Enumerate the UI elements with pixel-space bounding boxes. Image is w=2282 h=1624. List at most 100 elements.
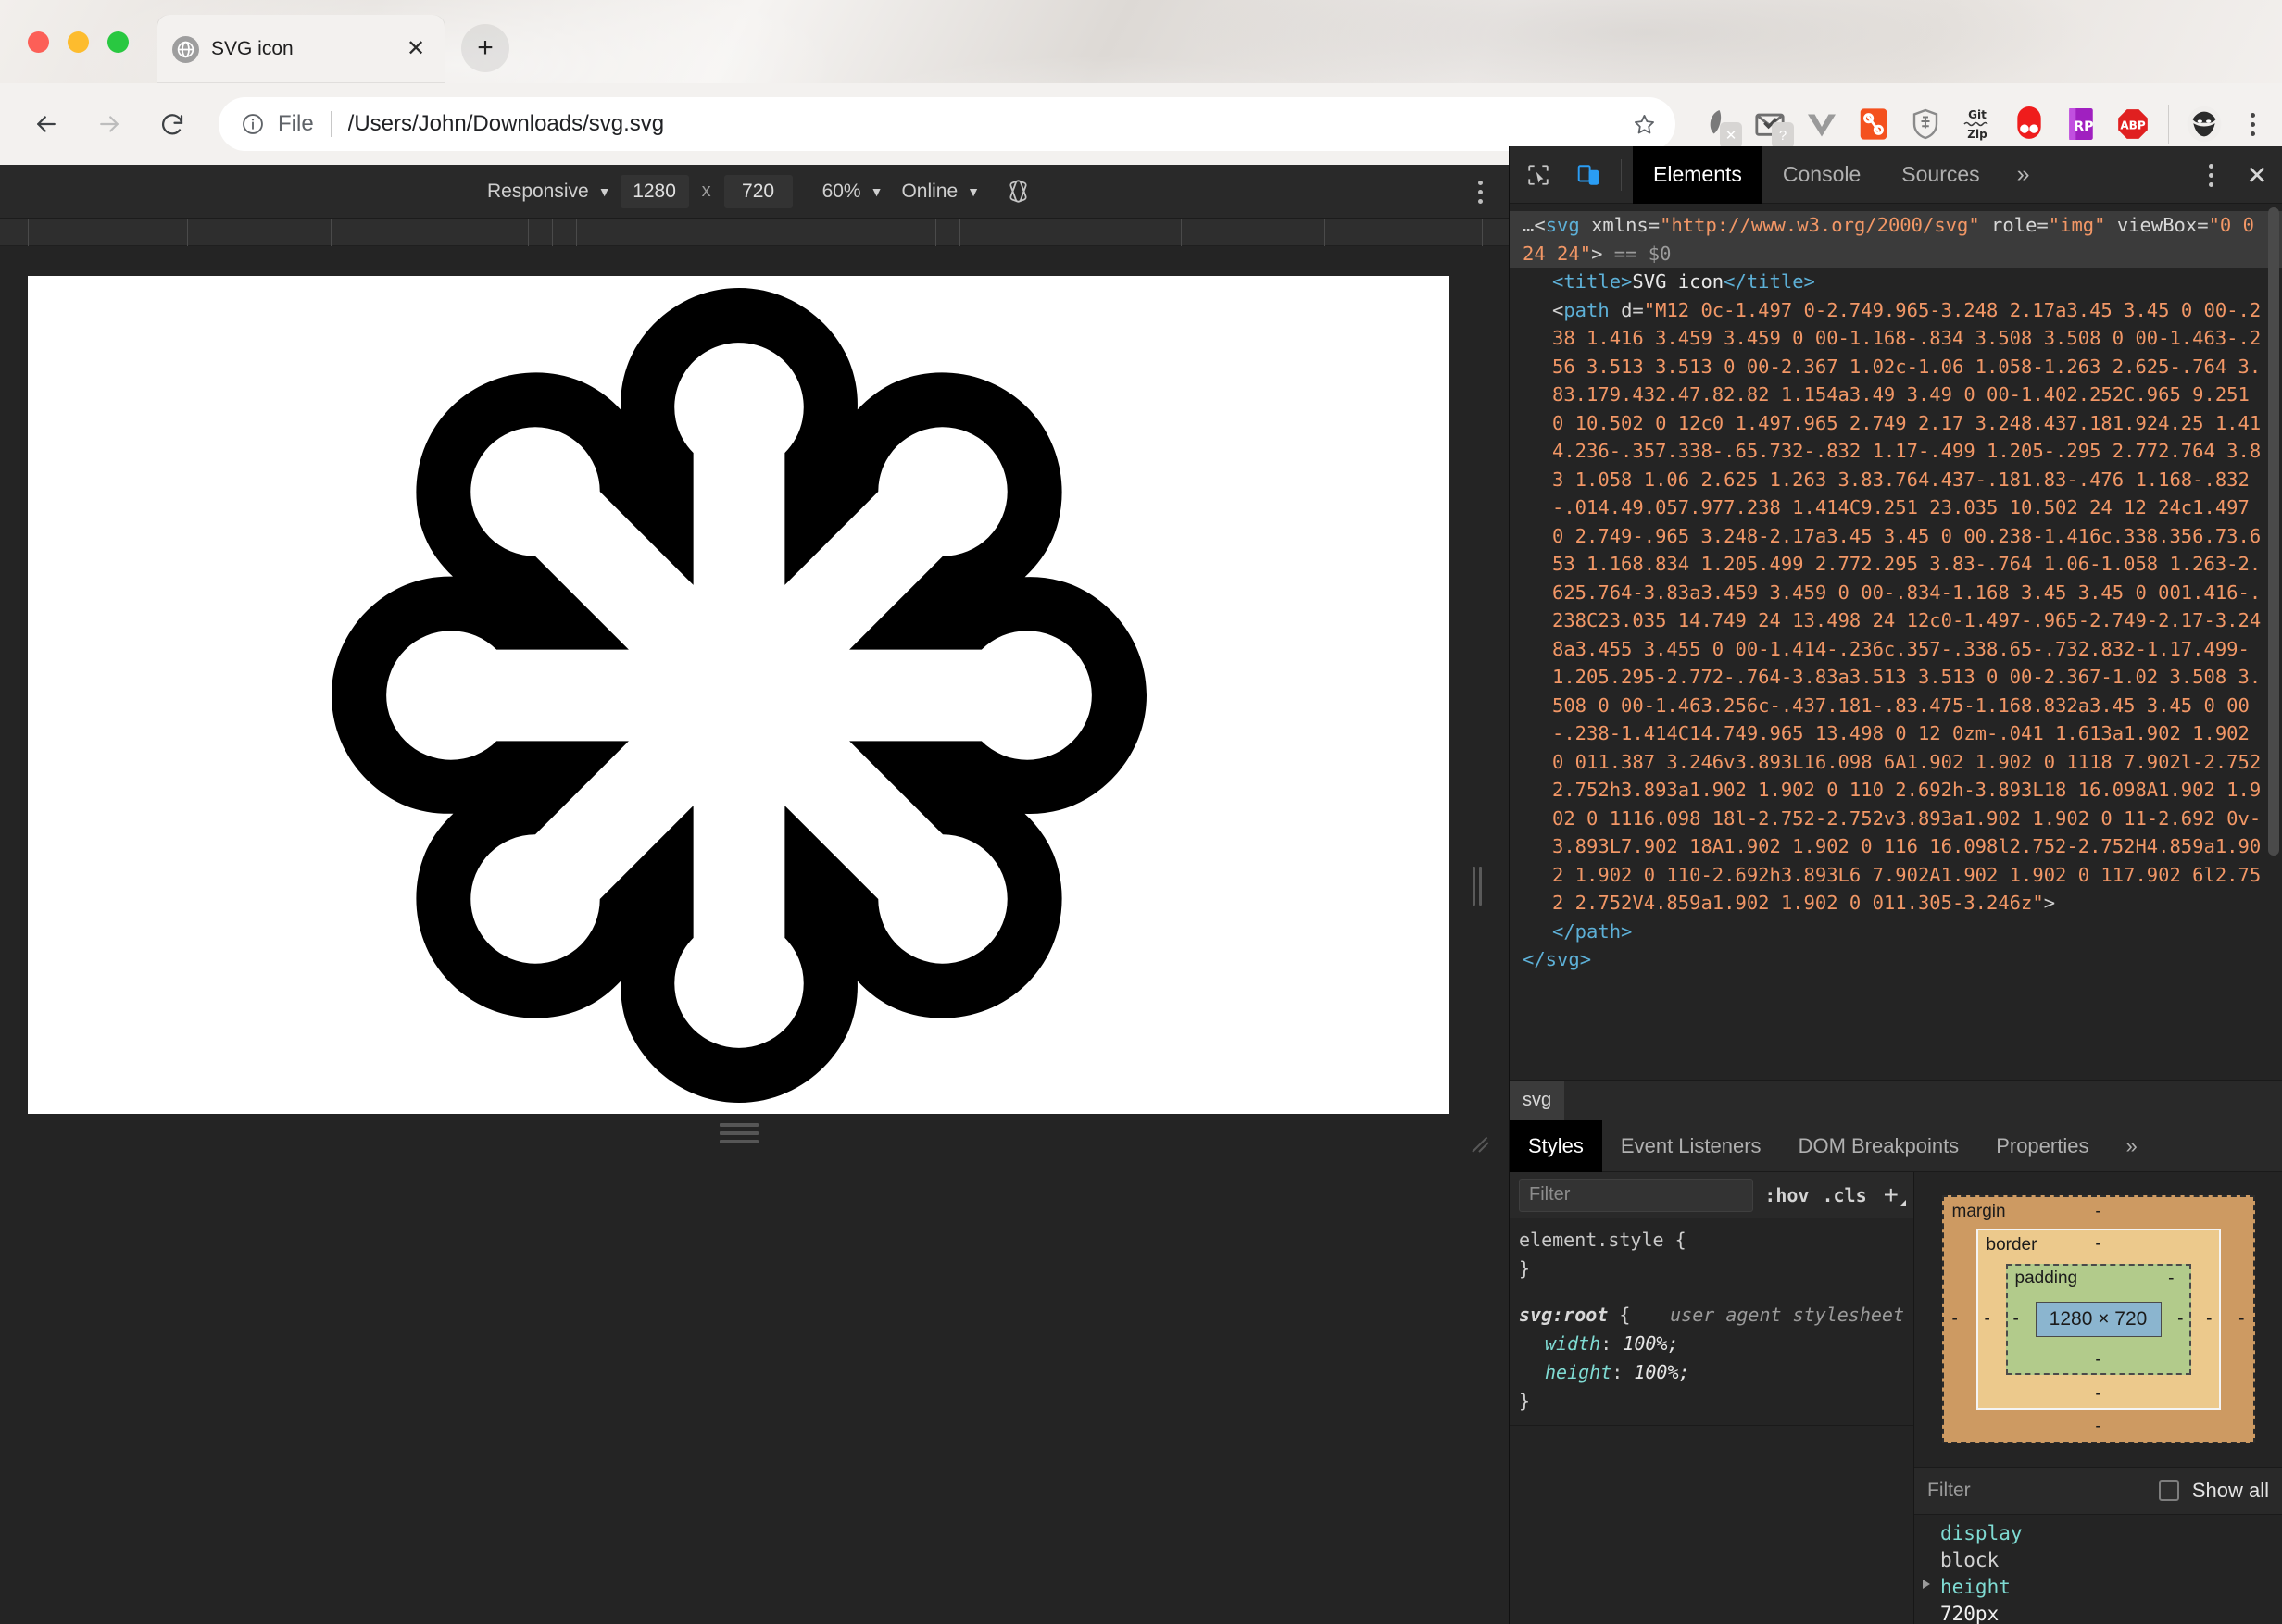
- css-rule-svg-root[interactable]: user agent stylesheetsvg:root { width: 1…: [1510, 1293, 1913, 1426]
- border-top-value[interactable]: -: [2095, 1234, 2100, 1255]
- more-styles-tabs-icon[interactable]: »: [2107, 1120, 2155, 1172]
- tab-dom-breakpoints[interactable]: DOM Breakpoints: [1780, 1120, 1978, 1172]
- margin-right-value[interactable]: -: [2238, 1309, 2244, 1330]
- box-model-padding[interactable]: padding - - - - 1280 × 720: [2006, 1264, 2191, 1375]
- border-right-value[interactable]: -: [2206, 1309, 2212, 1330]
- back-arrow-icon[interactable]: [20, 98, 72, 150]
- tab-console[interactable]: Console: [1762, 146, 1881, 204]
- css-rule-element-style[interactable]: element.style { }: [1510, 1218, 1913, 1293]
- address-bar[interactable]: File /Users/John/Downloads/svg.svg: [219, 97, 1675, 151]
- tab-styles[interactable]: Styles: [1510, 1120, 1602, 1172]
- tab-properties[interactable]: Properties: [1977, 1120, 2107, 1172]
- viewport-resize-handle-corner[interactable]: [1471, 1131, 1495, 1155]
- hov-toggle-button[interactable]: :hov: [1762, 1184, 1811, 1206]
- star-outline-icon[interactable]: [1622, 102, 1666, 146]
- padding-left-value[interactable]: -: [2013, 1309, 2019, 1330]
- extension-gitzip[interactable]: Git Zip: [1951, 98, 2003, 150]
- margin-left-value[interactable]: -: [1952, 1309, 1958, 1330]
- url-text[interactable]: /Users/John/Downloads/svg.svg: [348, 111, 1622, 137]
- css-property-value[interactable]: 100%;: [1623, 1332, 1678, 1355]
- device-height-input[interactable]: 720: [724, 175, 793, 208]
- new-style-rule-button[interactable]: +: [1878, 1181, 1904, 1210]
- dom-node-path-close[interactable]: </path>: [1510, 918, 2282, 946]
- computed-styles-list[interactable]: display block height 720px: [1914, 1515, 2282, 1624]
- close-icon[interactable]: ✕: [2232, 146, 2282, 204]
- browser-menu-kebab-icon[interactable]: [2230, 98, 2275, 150]
- dom-tree-scrollbar[interactable]: [2268, 207, 2279, 856]
- chevron-down-icon: ▼: [598, 184, 611, 199]
- window-zoom-button[interactable]: [107, 31, 129, 53]
- device-zoom-select[interactable]: 60% ▼: [813, 181, 893, 203]
- css-property-value[interactable]: 100%;: [1634, 1361, 1689, 1383]
- browser-tab[interactable]: SVG icon ✕: [157, 15, 445, 83]
- extension-gmail-checker[interactable]: ?: [1744, 98, 1796, 150]
- devtools-settings-kebab-icon[interactable]: [2189, 154, 2232, 196]
- margin-top-value[interactable]: -: [2095, 1202, 2100, 1222]
- padding-top-value[interactable]: -: [2168, 1268, 2174, 1289]
- viewport-resize-handle-bottom[interactable]: [28, 1121, 1449, 1145]
- extension-shield[interactable]: [1900, 98, 1951, 150]
- computed-property-display[interactable]: display block: [1914, 1520, 2282, 1574]
- css-property-name[interactable]: height: [1519, 1361, 1611, 1383]
- new-tab-button[interactable]: +: [461, 24, 509, 72]
- info-circle-icon[interactable]: [241, 112, 265, 136]
- device-width-input[interactable]: 1280: [621, 175, 689, 208]
- dom-tree[interactable]: …<svg xmlns="http://www.w3.org/2000/svg"…: [1510, 204, 2282, 1080]
- padding-right-value[interactable]: -: [2177, 1309, 2183, 1330]
- styles-filter-input[interactable]: Filter: [1519, 1179, 1753, 1212]
- breadcrumb-item-svg[interactable]: svg: [1510, 1081, 1564, 1121]
- extension-vue-devtools[interactable]: [1796, 98, 1848, 150]
- attr-xmlns-name: xmlns: [1591, 214, 1649, 236]
- computed-filter-input[interactable]: Filter: [1927, 1480, 2146, 1502]
- css-open-brace: {: [1675, 1229, 1686, 1251]
- tab-event-listeners[interactable]: Event Listeners: [1602, 1120, 1780, 1172]
- extension-rp-purple[interactable]: RP: [2055, 98, 2107, 150]
- border-left-value[interactable]: -: [1985, 1309, 1990, 1330]
- extension-percent[interactable]: [1848, 98, 1900, 150]
- extension-ninja-profile[interactable]: [2178, 98, 2230, 150]
- extension-red-pill[interactable]: [2003, 98, 2055, 150]
- css-selector[interactable]: svg:root: [1519, 1304, 1608, 1326]
- device-menu-kebab-icon[interactable]: [1464, 176, 1496, 207]
- browser-window: SVG icon ✕ +: [0, 0, 2282, 1624]
- inspect-cursor-icon[interactable]: [1517, 154, 1560, 196]
- device-preset-select[interactable]: Responsive ▼: [478, 181, 621, 203]
- dom-node-svg[interactable]: …<svg xmlns="http://www.w3.org/2000/svg"…: [1510, 211, 2282, 268]
- cls-toggle-button[interactable]: .cls: [1820, 1184, 1868, 1206]
- expand-triangle-icon[interactable]: [1923, 1580, 1930, 1589]
- dom-node-svg-close[interactable]: </svg>: [1510, 945, 2282, 974]
- network-throttling-select[interactable]: Online ▼: [892, 181, 989, 203]
- device-toolbar-icon[interactable]: [1567, 154, 1610, 196]
- dom-node-title[interactable]: <title>SVG icon</title>: [1510, 268, 2282, 296]
- tab-sources[interactable]: Sources: [1881, 146, 2000, 204]
- box-model-content-size[interactable]: 1280 × 720: [2036, 1302, 2162, 1337]
- device-zoom-label: 60%: [822, 181, 861, 203]
- window-minimize-button[interactable]: [68, 31, 89, 53]
- window-close-button[interactable]: [28, 31, 49, 53]
- border-bottom-value[interactable]: -: [2095, 1384, 2100, 1405]
- rotate-icon[interactable]: [1006, 179, 1031, 204]
- computed-property-height[interactable]: height 720px: [1914, 1574, 2282, 1624]
- globe-icon: [172, 36, 199, 63]
- extension-feather[interactable]: ✕: [1692, 98, 1744, 150]
- css-property-name[interactable]: width: [1519, 1332, 1600, 1355]
- box-model-diagram: margin - - - - border - - - -: [1914, 1172, 2282, 1467]
- svg-flower-icon: SVG icon: [332, 288, 1147, 1103]
- more-tabs-icon[interactable]: »: [2000, 146, 2047, 204]
- styles-metrics-pane: margin - - - - border - - - -: [1914, 1172, 2282, 1624]
- device-viewport: SVG icon: [28, 276, 1449, 1114]
- extension-adblock-plus[interactable]: ABP: [2107, 98, 2159, 150]
- omnibox-divider: [331, 111, 332, 137]
- reload-icon[interactable]: [146, 98, 198, 150]
- dom-node-path[interactable]: <path d="M12 0c-1.497 0-2.749.965-3.248 …: [1510, 296, 2282, 918]
- css-open-brace: {: [1619, 1304, 1630, 1326]
- forward-arrow-icon[interactable]: [83, 98, 135, 150]
- close-icon[interactable]: ✕: [402, 35, 430, 63]
- box-model-margin[interactable]: margin - - - - border - - - -: [1942, 1195, 2255, 1443]
- tab-elements[interactable]: Elements: [1633, 146, 1762, 204]
- box-model-border[interactable]: border - - - - padding - - -: [1976, 1229, 2221, 1410]
- show-all-checkbox[interactable]: [2159, 1480, 2179, 1501]
- viewport-resize-handle-right[interactable]: [1473, 867, 1482, 906]
- margin-bottom-value[interactable]: -: [2095, 1417, 2100, 1437]
- padding-bottom-value[interactable]: -: [2095, 1350, 2100, 1370]
